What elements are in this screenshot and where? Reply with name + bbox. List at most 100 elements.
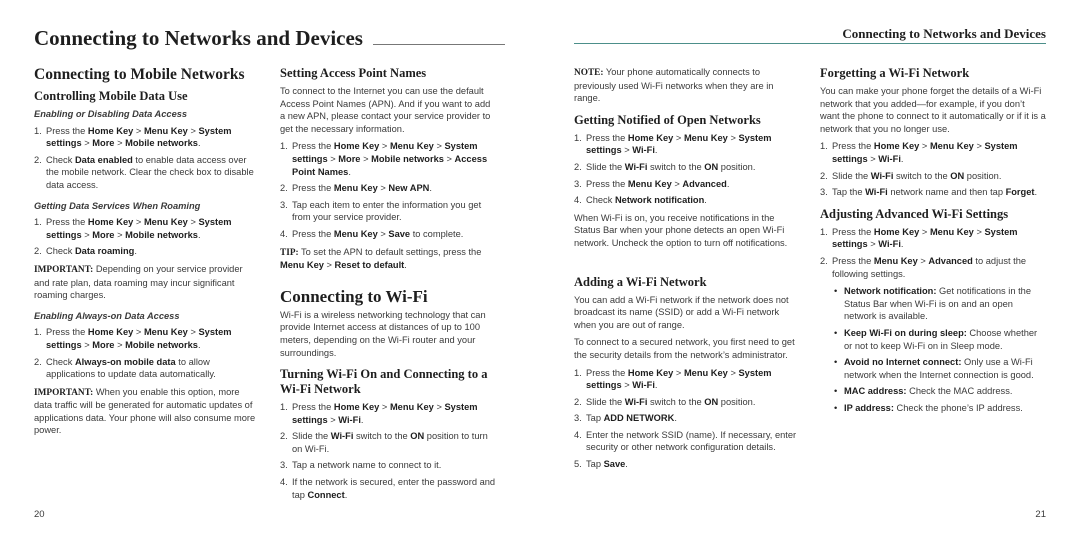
step-number: 2. bbox=[34, 246, 42, 257]
bullet-icon: • bbox=[834, 402, 838, 413]
step-item: 2. Press the Menu Key > New APN. bbox=[280, 183, 432, 194]
step-number: 1. bbox=[280, 141, 288, 152]
step-number: 2. bbox=[34, 356, 42, 367]
setting-bullet-item: • Avoid no Internet connect: Only use a W… bbox=[834, 357, 1034, 380]
step-item: 2. Check Always-on mobile data to allow a… bbox=[34, 356, 216, 380]
step-item: 2. Press the Menu Key > Advanced to adjus… bbox=[820, 255, 1027, 279]
step-item: 3. Tap the Wi-Fi network name and then ta… bbox=[820, 187, 1038, 198]
step-item: 1. Press the Home Key > Menu Key > System… bbox=[34, 217, 232, 240]
task-title-always-on: Enabling Always-on Data Access bbox=[34, 310, 180, 321]
important-note: IMPORTANT: When you enable this option, … bbox=[34, 386, 256, 436]
steps-list: 1. Press the Home Key > Menu Key > System… bbox=[34, 216, 258, 258]
bullet-icon: • bbox=[834, 357, 838, 368]
step-number: 4. bbox=[574, 429, 582, 440]
step-item: 2. Slide the Wi-Fi switch to the ON posit… bbox=[574, 396, 756, 407]
step-item: 2. Check Data roaming. bbox=[34, 246, 137, 257]
step-item: 1. Press the Home Key > Menu Key > System… bbox=[280, 402, 478, 425]
column-mobile-networks: Connecting to Mobile Networks Controllin… bbox=[34, 66, 258, 442]
step-number: 2. bbox=[34, 154, 42, 165]
step-item: 3. Tap a network name to connect to it. bbox=[280, 460, 442, 471]
step-number: 1. bbox=[820, 226, 828, 237]
subsection-title-advanced: Adjusting Advanced Wi-Fi Settings bbox=[820, 206, 1009, 221]
step-number: 2. bbox=[574, 396, 582, 407]
setting-bullet-item: • Network notification: Get notifications… bbox=[834, 286, 1032, 322]
add-secured-intro: To connect to a secured network, you fir… bbox=[574, 337, 795, 360]
add-intro: You can add a Wi-Fi network if the netwo… bbox=[574, 294, 789, 330]
step-number: 1. bbox=[574, 132, 582, 143]
tip-note: TIP: To set the APN to default settings,… bbox=[280, 246, 482, 271]
step-number: 2. bbox=[280, 431, 288, 442]
step-item: 3. Press the Menu Key > Advanced. bbox=[574, 178, 730, 189]
steps-list: 1. Press the Home Key > Menu Key > System… bbox=[820, 140, 1046, 198]
step-item: 2. Check Data enabled to enable data acce… bbox=[34, 154, 254, 190]
section-title-mobile-networks: Connecting to Mobile Networks bbox=[34, 66, 245, 83]
subsection-title-adding-network: Adding a Wi-Fi Network bbox=[574, 274, 707, 289]
bullet-icon: • bbox=[834, 327, 838, 338]
advanced-settings-list: • Network notification: Get notifications… bbox=[832, 285, 1046, 414]
important-note: IMPORTANT: Depending on your service pro… bbox=[34, 263, 243, 301]
step-item: 1. Press the Home Key > Menu Key > System… bbox=[280, 141, 488, 177]
setting-bullet-item: • MAC address: Check the MAC address. bbox=[834, 386, 1013, 397]
step-item: 4. If the network is secured, enter the p… bbox=[280, 477, 496, 500]
apn-intro: To connect to the Internet you can use t… bbox=[280, 86, 491, 134]
step-number: 4. bbox=[280, 477, 288, 488]
step-item: 3. Tap each item to enter the information… bbox=[280, 199, 482, 223]
step-number: 4. bbox=[280, 228, 288, 239]
step-item: 2. Slide the Wi-Fi switch to the ON posit… bbox=[574, 161, 756, 172]
column-forget-advanced: Forgetting a Wi-Fi Network You can make … bbox=[820, 66, 1046, 418]
step-item: 1. Press the Home Key > Menu Key > System… bbox=[820, 226, 1018, 250]
header-rule bbox=[373, 44, 505, 45]
step-number: 1. bbox=[574, 367, 582, 378]
header-accent-rule bbox=[574, 43, 1046, 44]
task-title-roaming: Getting Data Services When Roaming bbox=[34, 200, 201, 211]
step-number: 2. bbox=[820, 255, 828, 266]
step-item: 1. Press the Home Key > Menu Key > System… bbox=[34, 327, 232, 350]
step-number: 1. bbox=[34, 327, 42, 338]
subsection-title-forgetting: Forgetting a Wi-Fi Network bbox=[820, 66, 970, 80]
subsection-title-notified: Getting Notified of Open Networks bbox=[574, 112, 761, 127]
step-number: 2. bbox=[280, 183, 288, 194]
bullet-icon: • bbox=[834, 286, 838, 297]
step-number: 3. bbox=[280, 199, 288, 210]
left-page-header-title: Connecting to Networks and Devices bbox=[34, 26, 363, 50]
steps-list: 1. Press the Home Key > Menu Key > System… bbox=[574, 132, 800, 207]
step-item: 4. Press the Menu Key > Save to complete. bbox=[280, 228, 464, 239]
step-number: 3. bbox=[280, 460, 288, 471]
step-number: 5. bbox=[574, 459, 582, 470]
subsection-title-turning-wifi-on: Turning Wi-Fi On and Connecting to a Wi-… bbox=[280, 367, 488, 397]
steps-list: 1. Press the Home Key > Menu Key > System… bbox=[280, 140, 498, 240]
setting-bullet-item: • IP address: Check the phone’s IP addres… bbox=[834, 402, 1023, 413]
bullet-icon: • bbox=[834, 386, 838, 397]
note: NOTE: Your phone automatically connects … bbox=[574, 67, 774, 104]
step-item: 5. Tap Save. bbox=[574, 459, 628, 470]
step-item: 1. Press the Home Key > Menu Key > System… bbox=[574, 367, 772, 391]
page-number-left: 20 bbox=[34, 509, 45, 520]
step-number: 3. bbox=[820, 187, 828, 198]
step-item: 2. Slide the Wi-Fi switch to the ON posit… bbox=[280, 431, 488, 454]
step-number: 1. bbox=[820, 141, 828, 152]
step-number: 3. bbox=[574, 413, 582, 424]
step-number: 4. bbox=[574, 195, 582, 206]
step-item: 4. Enter the network SSID (name). If nece… bbox=[574, 429, 797, 453]
wifi-intro: Wi-Fi is a wireless networking technolog… bbox=[280, 309, 486, 358]
steps-list: 1. Press the Home Key > Menu Key > System… bbox=[820, 226, 1046, 280]
step-item: 3. Tap ADD NETWORK. bbox=[574, 413, 677, 424]
setting-bullet-item: • Keep Wi-Fi on during sleep: Choose whet… bbox=[834, 327, 1038, 351]
step-item: 1. Press the Home Key > Menu Key > System… bbox=[34, 125, 232, 149]
forget-intro: You can make your phone forget the detai… bbox=[820, 86, 1046, 134]
right-page-header-title: Connecting to Networks and Devices bbox=[842, 26, 1046, 41]
step-item: 2. Slide the Wi-Fi switch to the ON posit… bbox=[820, 170, 1002, 181]
task-title-data-access: Enabling or Disabling Data Access bbox=[34, 109, 188, 119]
steps-list: 1. Press the Home Key > Menu Key > System… bbox=[280, 401, 498, 501]
column-apn-wifi: Setting Access Point Names To connect to… bbox=[280, 66, 498, 506]
page-number-right: 21 bbox=[1035, 509, 1046, 520]
step-number: 1. bbox=[34, 125, 42, 136]
step-number: 3. bbox=[574, 178, 582, 189]
step-number: 1. bbox=[280, 402, 288, 413]
step-number: 1. bbox=[34, 217, 42, 228]
section-title-apn: Setting Access Point Names bbox=[280, 66, 427, 80]
steps-list: 1. Press the Home Key > Menu Key > System… bbox=[574, 367, 800, 471]
steps-list: 1. Press the Home Key > Menu Key > System… bbox=[34, 326, 258, 380]
step-item: 4. Check Network notification. bbox=[574, 195, 707, 206]
section-title-wifi: Connecting to Wi-Fi bbox=[280, 286, 428, 306]
